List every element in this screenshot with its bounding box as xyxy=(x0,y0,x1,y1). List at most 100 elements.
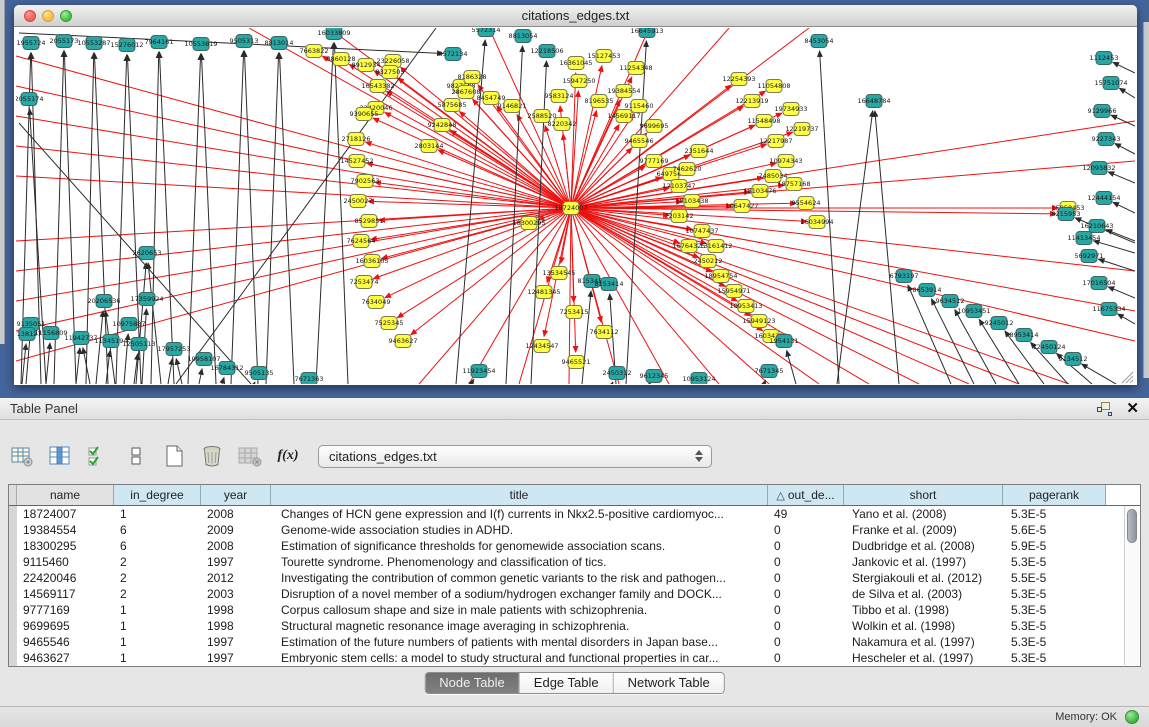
resize-grip[interactable] xyxy=(1122,372,1133,383)
graph-edge[interactable] xyxy=(22,344,26,384)
tab-edge-table[interactable]: Edge Table xyxy=(519,673,613,693)
window-titlebar[interactable]: citations_edges.txt xyxy=(14,5,1137,27)
graph-edge[interactable] xyxy=(46,343,50,384)
graph-edge[interactable] xyxy=(571,208,1069,384)
table-cell: 18300295 xyxy=(17,538,114,554)
memory-status-label: Memory: OK xyxy=(1055,707,1117,727)
table-cell: 49 xyxy=(768,506,844,522)
graph-edge[interactable] xyxy=(582,291,591,384)
graph-edge[interactable] xyxy=(127,55,141,384)
table-row[interactable]: 946554611997Estimation of the future num… xyxy=(9,634,1140,650)
graph-edge[interactable] xyxy=(787,351,796,384)
select-columns-icon[interactable] xyxy=(84,442,112,470)
graph-node-label: 18724007 xyxy=(554,204,587,212)
float-panel-icon[interactable] xyxy=(1097,401,1112,416)
row-gutter xyxy=(9,570,17,586)
graph-edge[interactable] xyxy=(16,208,571,271)
table-selector-dropdown[interactable]: citations_edges.txt xyxy=(318,445,712,468)
table-cell: 1997 xyxy=(201,554,271,570)
graph-edge[interactable] xyxy=(316,43,333,384)
graph-edge[interactable] xyxy=(76,348,80,384)
table-mode-icon[interactable] xyxy=(8,442,36,470)
graph-edge[interactable] xyxy=(571,208,1135,341)
column-header-pagerank[interactable]: pagerank xyxy=(1003,485,1106,505)
graph-edge[interactable] xyxy=(254,382,255,384)
table-row[interactable]: 1872400712008Changes of HCN gene express… xyxy=(9,506,1140,522)
graph-edge[interactable] xyxy=(837,111,873,384)
graph-edge[interactable] xyxy=(168,359,172,384)
table-cell: 0 xyxy=(768,570,844,586)
column-header-out_de[interactable]: △out_de... xyxy=(768,485,844,505)
graph-edge[interactable] xyxy=(764,380,765,384)
table-cell: 1 xyxy=(114,618,201,634)
table-row[interactable]: 911546021997Tourette syndrome. Phenomeno… xyxy=(9,554,1140,570)
graph-edge[interactable] xyxy=(1106,230,1135,241)
graph-edge[interactable] xyxy=(16,56,571,208)
graph-node-label: 10747437 xyxy=(685,227,718,235)
graph-edge[interactable] xyxy=(612,382,613,384)
graph-edge[interactable] xyxy=(266,53,279,384)
tab-network-table[interactable]: Network Table xyxy=(613,673,724,693)
table-cell: Yano et al. (2008) xyxy=(844,506,1003,522)
delete-icon[interactable] xyxy=(198,442,226,470)
graph-edge[interactable] xyxy=(1113,62,1135,73)
graph-node-label: 12093832 xyxy=(1082,164,1115,172)
table-cell: Wolkin et al. (1998) xyxy=(844,618,1003,634)
graph-edge[interactable] xyxy=(222,378,224,384)
graph-edge[interactable] xyxy=(1119,88,1135,98)
column-header-short[interactable]: short xyxy=(844,485,1003,505)
table-row[interactable]: 1456911722003Disruption of a novel membe… xyxy=(9,586,1140,602)
new-table-icon[interactable] xyxy=(160,442,188,470)
graph-edge[interactable] xyxy=(26,334,30,384)
graph-edge[interactable] xyxy=(1108,287,1135,298)
table-row[interactable]: 946362711997Embryonic stem cells: a mode… xyxy=(9,650,1140,666)
graph-edge[interactable] xyxy=(571,208,576,352)
graph-edge[interactable] xyxy=(151,52,159,384)
graph-node-label: 2203142 xyxy=(665,212,694,220)
graph-edge[interactable] xyxy=(159,52,174,384)
graph-edge[interactable] xyxy=(875,111,899,384)
graph-edge[interactable] xyxy=(469,208,571,384)
column-header-title[interactable]: title xyxy=(271,485,768,505)
table-row[interactable]: 1938455462009Genome-wide association stu… xyxy=(9,522,1140,538)
graph-edge[interactable] xyxy=(1113,202,1135,213)
show-columns-icon[interactable] xyxy=(46,442,74,470)
graph-edge[interactable] xyxy=(201,54,216,384)
graph-node-label: 9245012 xyxy=(985,319,1014,327)
graph-edge[interactable] xyxy=(199,369,202,384)
column-header-in_degree[interactable]: in_degree xyxy=(114,485,201,505)
column-header-year[interactable]: year xyxy=(201,485,271,505)
function-builder-icon[interactable]: f(x) xyxy=(274,442,302,470)
graph-edge[interactable] xyxy=(571,161,1135,208)
table-row[interactable]: 1830029562008Estimation of significance … xyxy=(9,538,1140,554)
graph-edge[interactable] xyxy=(279,53,294,384)
graph-edge[interactable] xyxy=(1108,172,1135,183)
tab-node-table[interactable]: Node Table xyxy=(425,673,519,693)
graph-edge[interactable] xyxy=(571,148,632,208)
graph-edge[interactable] xyxy=(1115,144,1135,154)
column-header-name[interactable]: name xyxy=(17,485,114,505)
graph-edge[interactable] xyxy=(244,51,258,384)
vertical-scrollbar[interactable] xyxy=(1124,506,1139,665)
graph-edge[interactable] xyxy=(16,208,571,331)
graph-edge[interactable] xyxy=(334,43,348,384)
table-row[interactable]: 2242004622012Investigating the contribut… xyxy=(9,570,1140,586)
network-canvas[interactable]: 1872400776638228860128891293423226058832… xyxy=(16,28,1135,384)
table-body: 1872400712008Changes of HCN gene express… xyxy=(9,506,1140,666)
row-gutter xyxy=(9,602,17,618)
graph-edge[interactable] xyxy=(231,51,244,384)
scrollbar-thumb[interactable] xyxy=(1127,509,1137,543)
close-panel-icon[interactable]: ✕ xyxy=(1126,401,1139,416)
table-row[interactable]: 969969511998Structural magnetic resonanc… xyxy=(9,618,1140,634)
graph-edge[interactable] xyxy=(16,208,571,301)
graph-edge[interactable] xyxy=(1118,314,1135,324)
table-row[interactable]: 977716911998Corpus callosum shape and si… xyxy=(9,602,1140,618)
graph-edge[interactable] xyxy=(1082,364,1116,384)
graph-edge[interactable] xyxy=(571,208,969,384)
graph-edge[interactable] xyxy=(176,28,436,384)
graph-edge[interactable] xyxy=(571,125,619,208)
graph-node-label: 7253415 xyxy=(560,308,589,316)
rows-icon[interactable] xyxy=(122,442,150,470)
graph-edge[interactable] xyxy=(96,311,103,384)
graph-node-label: 16033809 xyxy=(317,29,350,37)
